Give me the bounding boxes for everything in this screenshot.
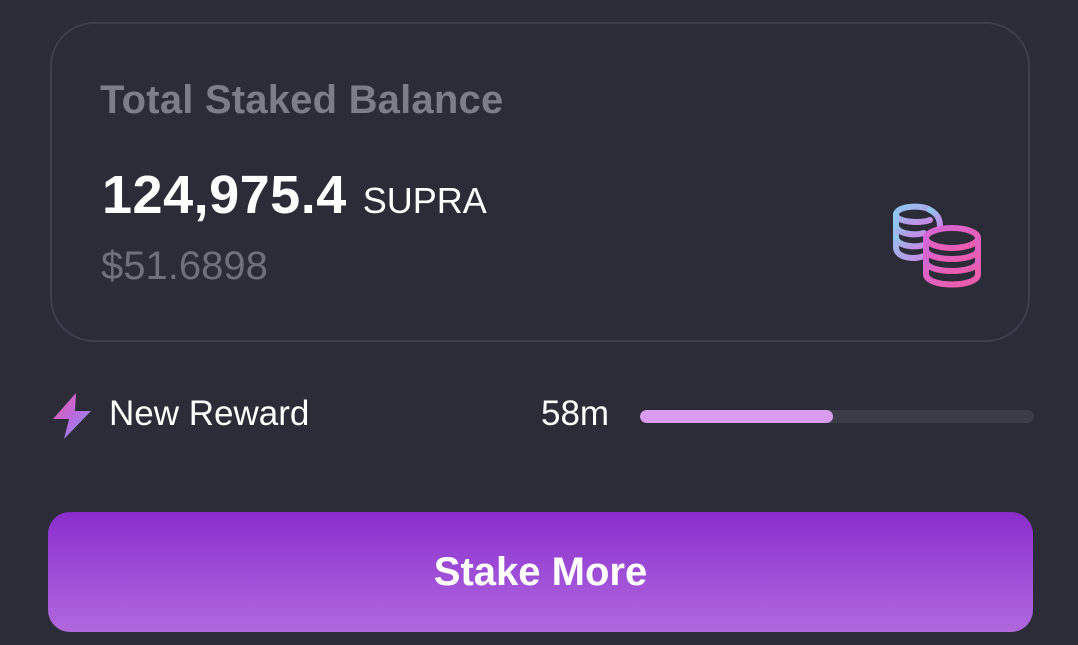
stake-more-button[interactable]: Stake More bbox=[48, 512, 1033, 632]
new-reward-label: New Reward bbox=[109, 394, 310, 433]
card-title: Total Staked Balance bbox=[100, 78, 504, 122]
usd-value: $51.6898 bbox=[101, 244, 268, 288]
reward-progress-fill bbox=[640, 410, 834, 423]
reward-countdown: 58m bbox=[541, 394, 610, 433]
amount-value: 124,975.4 bbox=[102, 165, 347, 225]
reward-progress-bar bbox=[640, 410, 1034, 423]
lightning-bolt-icon bbox=[53, 393, 91, 439]
staking-screen: Total Staked Balance 124,975.4 SUPRA $51… bbox=[0, 0, 1078, 645]
staked-balance-card: Total Staked Balance 124,975.4 SUPRA $51… bbox=[50, 22, 1030, 342]
new-reward-row: New Reward 58m bbox=[50, 390, 1034, 442]
staked-amount: 124,975.4 SUPRA bbox=[102, 164, 487, 226]
token-unit: SUPRA bbox=[362, 180, 487, 221]
coins-stack-icon bbox=[893, 203, 981, 288]
